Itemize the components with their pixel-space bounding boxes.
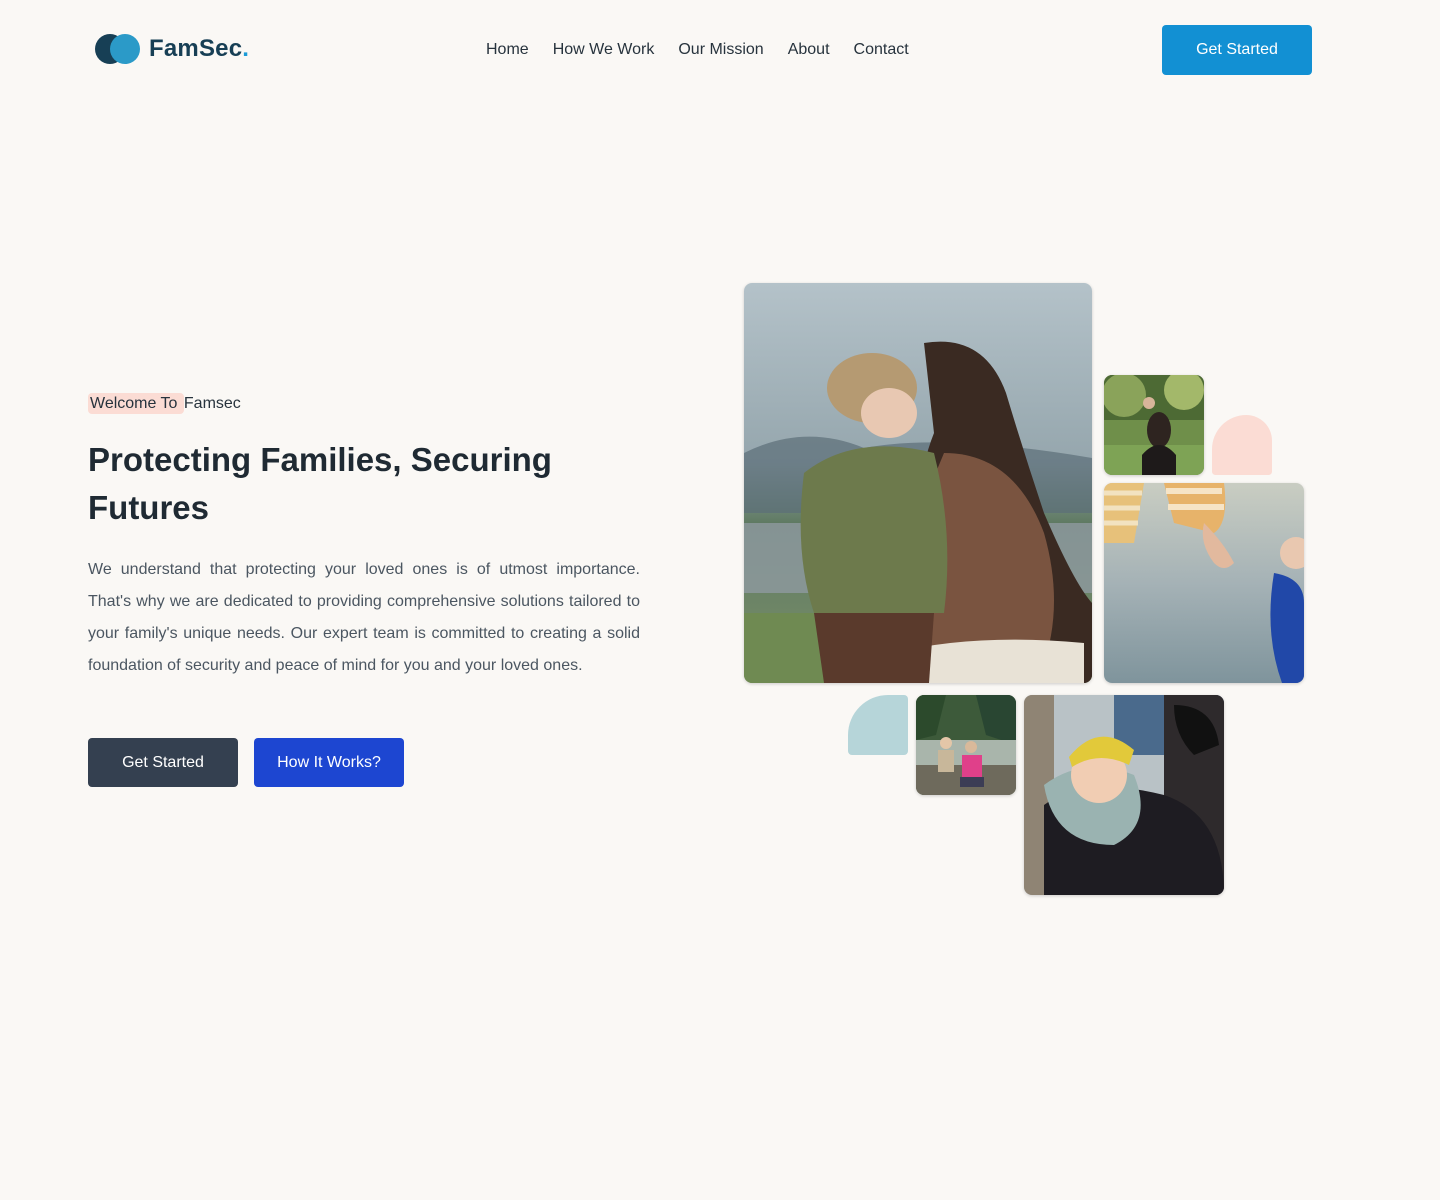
brand-dot: . <box>242 35 250 62</box>
how-it-works-button[interactable]: How It Works? <box>254 738 404 787</box>
hero-text: Welcome To Famsec Protecting Families, S… <box>88 390 640 682</box>
brand-logo[interactable]: FamSec. <box>95 32 249 66</box>
nav-link-contact[interactable]: Contact <box>854 40 909 60</box>
nav-link-our-mission[interactable]: Our Mission <box>678 40 763 60</box>
welcome-highlight: Welcome To <box>88 393 184 414</box>
hero-description: We understand that protecting your loved… <box>88 561 640 674</box>
holding-hands-photo <box>1104 483 1304 683</box>
hero-title: Protecting Families, Securing Futures <box>88 441 552 526</box>
nav-link-how-we-work[interactable]: How We Work <box>553 40 655 60</box>
baby-in-yellow-hat-photo <box>1024 695 1224 895</box>
welcome-brand: Famsec <box>183 395 241 412</box>
women-sitting-outdoors-photo <box>916 695 1016 795</box>
brand-name: FamSec. <box>149 35 250 62</box>
teal-decorative-shape <box>848 695 908 755</box>
overlapping-circles-logo-icon <box>95 32 141 66</box>
nav-link-about[interactable]: About <box>788 40 830 60</box>
welcome-tagline: Welcome To Famsec <box>88 390 640 418</box>
mother-kissing-child-photo <box>744 283 1092 683</box>
site-header: FamSec. Home How We Work Our Mission Abo… <box>0 0 1440 100</box>
header-get-started-button[interactable]: Get Started <box>1162 25 1312 75</box>
get-started-button[interactable]: Get Started <box>88 738 238 787</box>
pink-decorative-shape <box>1212 415 1272 475</box>
mother-lifting-child-park-photo <box>1104 375 1204 475</box>
nav-link-home[interactable]: Home <box>486 40 529 60</box>
main-nav: Home How We Work Our Mission About Conta… <box>486 40 909 60</box>
hero-actions: Get Started How It Works? <box>88 738 404 787</box>
